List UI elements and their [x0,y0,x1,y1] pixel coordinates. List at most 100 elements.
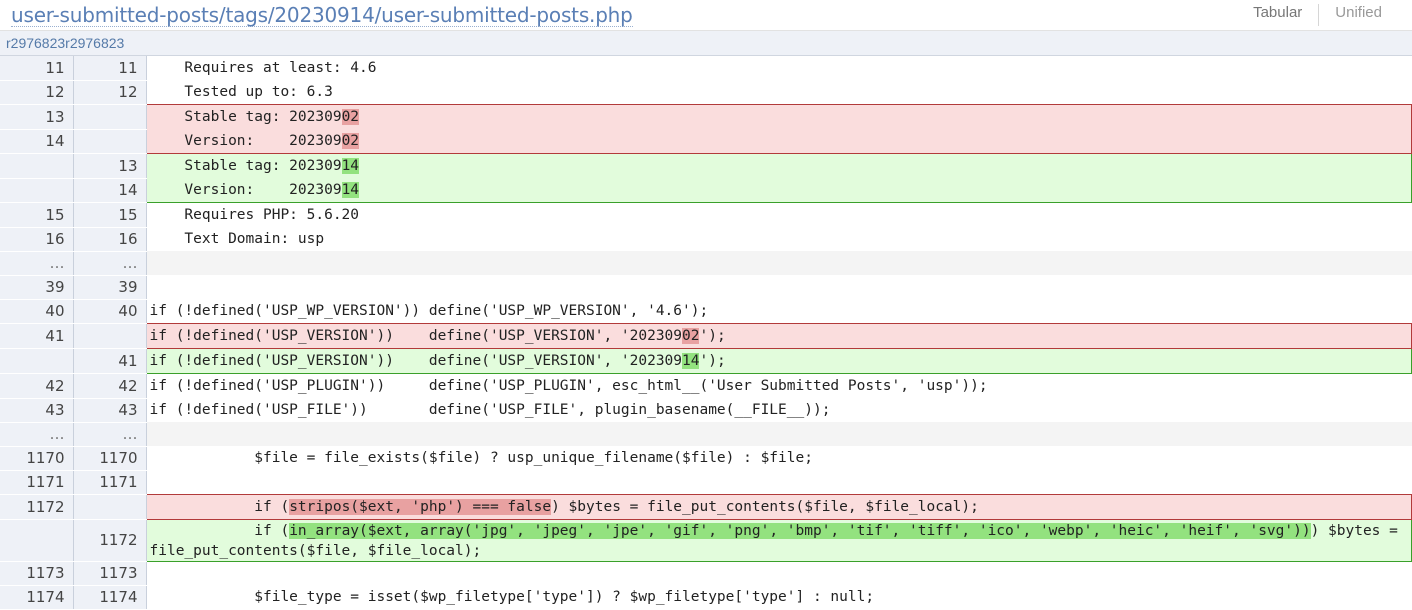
diff-context-row: 15 15 Requires PHP: 5.6.20 [0,202,1412,228]
new-line-number [73,323,147,349]
deleted-text-highlight: 02 [341,109,360,125]
old-line-number: 1172 [0,494,74,520]
old-line-number [0,519,74,562]
code-line: if (!defined('USP_VERSION')) define('USP… [145,323,1412,349]
old-line-number: … [0,422,74,447]
old-line-number: 15 [0,202,74,228]
old-line-number [0,153,74,179]
diff-body: 11 11 Requires at least: 4.6 12 12 Tested u… [0,55,1412,610]
revision-header[interactable]: r2976823r2976823 [0,31,1412,56]
diff-context-row: 16 16 Text Domain: usp [0,227,1412,252]
new-line-number: 41 [73,348,147,374]
deleted-text-highlight: 02 [341,133,360,149]
old-line-number: 41 [0,323,74,349]
code-line: Version: 20230902 [145,129,1412,154]
diff-context-row: 1174 1174 $file_type = isset($wp_filetype… [0,585,1412,610]
diff-removed-row: 13 Stable tag: 20230902 [0,104,1412,130]
new-line-number [73,494,147,520]
old-line-number: 1173 [0,561,74,586]
diff-added-row: 13 Stable tag: 20230914 [0,153,1412,179]
new-line-number: … [73,251,147,276]
diff-header: user-submitted-posts/tags/20230914/user-… [0,0,1412,31]
code-line: Requires PHP: 5.6.20 [149,207,360,223]
deleted-text-highlight: stripos($ext, 'php') === false [289,498,552,515]
diff-context-row: 39 39 [0,275,1412,300]
new-line-number: 12 [73,80,147,105]
code-line: Stable tag: 20230914 [145,153,1412,178]
code-line: if (in_array($ext, array('jpg', 'jpeg', … [145,518,1412,562]
inserted-text-highlight: 14 [682,353,700,369]
code-line: if (!defined('USP_FILE')) define('USP_FI… [149,402,831,418]
code-line [146,275,1412,299]
old-line-number [0,178,74,203]
new-line-number: 1174 [73,585,147,610]
new-line-number: 1170 [73,446,147,471]
old-line-number: 1170 [0,446,74,471]
view-mode-switch: Tabular Unified [1237,4,1398,26]
old-line-number: 11 [0,55,74,81]
diff-context-row: 40 40 if (!defined('USP_WP_VERSION')) defi… [0,299,1412,324]
old-line-number: 1174 [0,585,74,610]
code-line: if (!defined('USP_VERSION')) define('USP… [145,348,1412,374]
diff-removed-row: 14 Version: 20230902 [0,129,1412,154]
new-line-number: 39 [73,275,147,300]
diff-context-row: 43 43 if (!defined('USP_FILE')) define('US… [0,398,1412,423]
diff-added-row: 1172 if (in_array($ext, array('jpg', 'jp… [0,518,1412,562]
new-line-number: 1171 [73,470,147,495]
new-line-number: 16 [73,227,147,252]
code-text: '); [699,328,726,344]
old-line-number [0,348,74,374]
new-line-number: 11 [73,55,147,81]
inserted-text-highlight: 14 [341,158,360,174]
old-line-number: 40 [0,299,74,324]
code-line [146,251,1412,275]
code-text: Stable tag: 202309 [149,158,342,174]
new-line-number [73,129,147,154]
diff-table: r2976823r2976823 11 11 Requires at least:… [0,31,1412,610]
new-line-number: 43 [73,398,147,423]
code-text: '); [699,353,726,369]
diff-context-row: 1171 1171 [0,470,1412,495]
code-line: Text Domain: usp [149,231,325,247]
code-line [146,561,1412,585]
diff-removed-row: 41 if (!defined('USP_VERSION')) define('U… [0,323,1412,349]
code-text: Stable tag: 202309 [149,109,342,125]
inserted-text-highlight: 14 [341,182,360,198]
code-line: $file = file_exists($file) ? usp_unique_… [149,450,813,466]
file-path-link[interactable]: user-submitted-posts/tags/20230914/user-… [11,4,633,27]
code-text: Version: 202309 [149,133,342,149]
new-line-number: 14 [73,178,147,203]
diff-context-row: 42 42 if (!defined('USP_PLUGIN')) define('… [0,373,1412,399]
code-text: if ( [149,522,290,539]
old-line-number: 14 [0,129,74,154]
code-line: $file_type = isset($wp_filetype['type'])… [149,589,875,605]
old-line-number: 1171 [0,470,74,495]
diff-skip-row: …… [0,251,1412,276]
view-tabular-button[interactable]: Tabular [1237,4,1318,26]
code-line: if (stripos($ext, 'php') === false) $byt… [145,493,1412,520]
new-line-number [73,104,147,130]
new-line-number: 40 [73,299,147,324]
code-text: if (!defined('USP_VERSION')) define('USP… [149,328,683,344]
diff-skip-row: …… [0,422,1412,447]
old-line-number: 13 [0,104,74,130]
diff-added-row: 14 Version: 20230914 [0,178,1412,203]
code-line [146,422,1412,446]
diff-context-row: 11 11 Requires at least: 4.6 [0,55,1412,81]
code-text: if (!defined('USP_VERSION')) define('USP… [149,353,683,369]
old-line-number: 12 [0,80,74,105]
new-line-number: 13 [73,153,147,179]
diff-context-row: 12 12 Tested up to: 6.3 [0,80,1412,105]
diff-context-row: 1170 1170 $file = file_exists($file) ? us… [0,446,1412,471]
new-line-number: 42 [73,373,147,399]
inserted-text-highlight: in_array($ext, array('jpg', 'jpeg', 'jpe… [289,522,1311,539]
code-line: Requires at least: 4.6 [149,60,377,76]
diff-context-row: 1173 1173 [0,561,1412,586]
new-line-number: 1172 [73,519,147,562]
new-line-number: … [73,422,147,447]
view-unified-button[interactable]: Unified [1319,4,1398,26]
old-line-number: … [0,251,74,276]
new-line-number: 1173 [73,561,147,586]
code-line [146,470,1412,494]
old-line-number: 42 [0,373,74,399]
